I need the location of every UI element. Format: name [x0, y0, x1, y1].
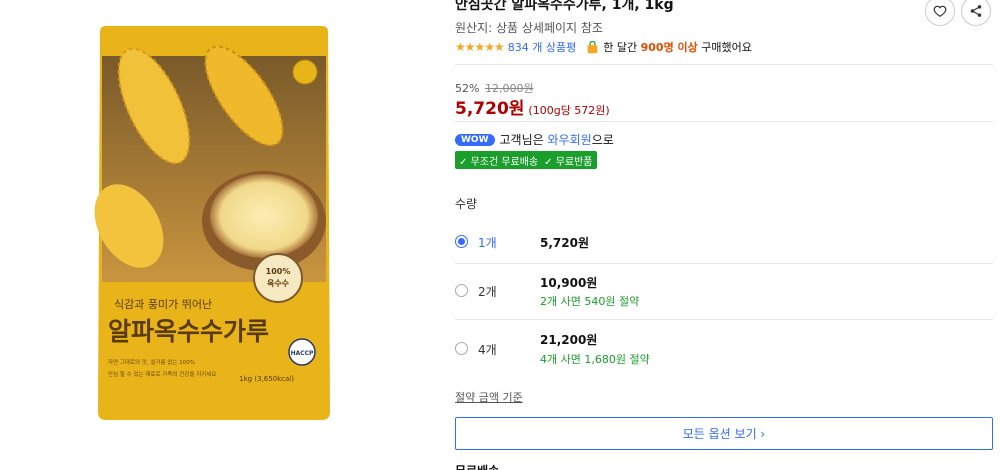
- product-image[interactable]: 100% 옥수수 식감과 풍미가 뛰어난 알파옥수수가루 HACCP 자연 그대…: [94, 26, 334, 420]
- svg-text:100%: 100%: [266, 267, 291, 276]
- sale-price: 5,720원: [455, 99, 525, 119]
- svg-text:자연 그대로의 맛, 설거름 없는 100%: 자연 그대로의 맛, 설거름 없는 100%: [108, 358, 195, 366]
- share-icon: [970, 5, 982, 17]
- wow-member-link[interactable]: 와우회원: [548, 131, 592, 148]
- option-price: 21,200원: [540, 333, 598, 347]
- option-savings: 2개 사면 540원 절약: [540, 295, 640, 308]
- svg-text:HACCP: HACCP: [291, 350, 314, 357]
- savings-basis-link[interactable]: 절약 금액 기준: [455, 389, 523, 405]
- option-count: 4개: [478, 343, 497, 357]
- quantity-option[interactable]: 4개 21,200원 4개 사면 1,680원 절약: [455, 320, 993, 375]
- wow-badge: WOW: [455, 133, 495, 146]
- radio-button[interactable]: [455, 284, 468, 297]
- unit-price: (100g당 572원): [528, 104, 610, 117]
- wishlist-button[interactable]: [925, 0, 955, 26]
- svg-text:안심 할 수 있는 재료로 가족의 건강을 지키세요: 안심 할 수 있는 재료로 가족의 건강을 지키세요: [108, 370, 216, 378]
- svg-text:1kg (3,650kcal): 1kg (3,650kcal): [239, 375, 294, 383]
- purchase-count: 한 달간 900명 이상 구매했어요: [603, 41, 752, 54]
- svg-text:알파옥수수가루: 알파옥수수가루: [108, 317, 269, 346]
- wow-member-row: WOW 고객님은 와우회원 으로: [455, 131, 614, 148]
- star-rating-icon: ★★★★★: [455, 40, 505, 54]
- option-count: 2개: [478, 285, 497, 299]
- quantity-option[interactable]: 2개 10,900원 2개 사면 540원 절약: [455, 264, 993, 319]
- svg-text:옥수수: 옥수수: [267, 278, 290, 288]
- free-shipping-badge: ✓ 무조건 무료배송 ✓ 무료반품: [455, 151, 597, 169]
- option-price: 10,900원: [540, 276, 598, 290]
- product-page: 100% 옥수수 식감과 풍미가 뛰어난 알파옥수수가루 HACCP 자연 그대…: [0, 0, 1000, 470]
- review-count-link[interactable]: 834 개 상품평: [508, 39, 576, 55]
- price-row: 5,720원 (100g당 572원): [455, 94, 610, 119]
- view-all-options-button[interactable]: 모든 옵션 보기 ›: [455, 417, 993, 450]
- option-price: 5,720원: [540, 236, 589, 250]
- rating-row: ★★★★★ 834 개 상품평 한 달간 900명 이상 구매했어요: [455, 39, 752, 55]
- product-title: 안심곳간 알파옥수수가루, 1개, 1kg: [455, 0, 674, 13]
- free-shipping-heading: 무료배송: [455, 462, 499, 470]
- radio-button[interactable]: [455, 235, 468, 248]
- divider: [455, 64, 993, 65]
- svg-text:식감과 풍미가 뛰어난: 식감과 풍미가 뛰어난: [114, 298, 212, 311]
- divider: [455, 121, 993, 122]
- share-button[interactable]: [961, 0, 991, 26]
- option-count: 1개: [478, 236, 497, 250]
- radio-button[interactable]: [455, 342, 468, 355]
- quantity-option[interactable]: 1개 5,720원: [455, 224, 993, 264]
- heart-icon: [933, 5, 947, 17]
- quantity-label: 수량: [455, 197, 478, 211]
- origin-info: 원산지: 상품 상세페이지 참조: [455, 21, 603, 35]
- option-savings: 4개 사면 1,680원 절약: [540, 353, 650, 366]
- shopping-bag-icon: [587, 40, 598, 53]
